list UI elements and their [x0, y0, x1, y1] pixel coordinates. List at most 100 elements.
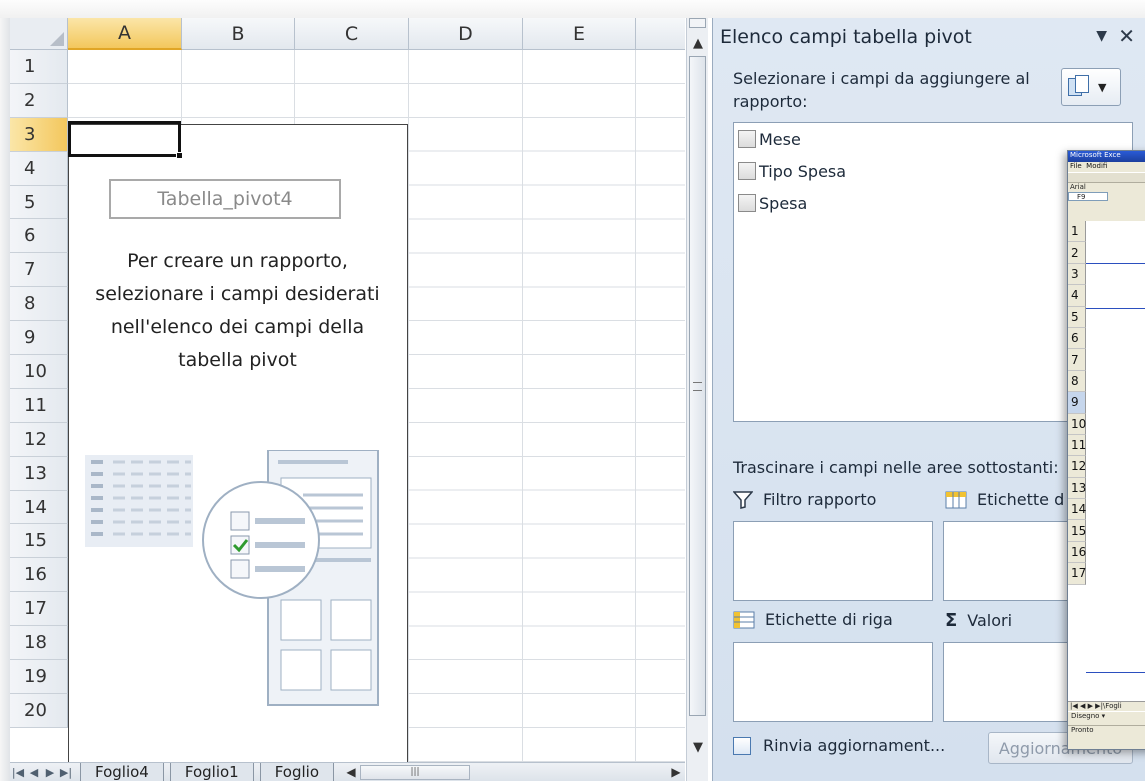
old-row-header-4[interactable]: 4	[1068, 285, 1086, 307]
row-labels-drop-area[interactable]	[733, 642, 933, 722]
column-labels-label: Etichette d	[945, 490, 1064, 509]
horizontal-scrollbar[interactable]: ◀ ||| ▶	[342, 764, 685, 780]
active-cell-a3[interactable]	[68, 121, 183, 159]
field-list-instruction: Selezionare i campi da aggiungere al rap…	[733, 69, 1030, 111]
fill-handle[interactable]	[176, 152, 183, 159]
row-header-7[interactable]: 7	[10, 253, 68, 288]
old-row-header-3[interactable]: 3	[1068, 263, 1086, 286]
blue-border-line	[1086, 308, 1145, 309]
row-header-10[interactable]: 10	[10, 355, 68, 389]
menu-edit[interactable]: Modifi	[1086, 162, 1107, 170]
column-header-c[interactable]: C	[295, 18, 409, 50]
old-sheet-tab[interactable]: Fogli	[1105, 702, 1121, 710]
prev-sheet-icon[interactable]: ◀	[26, 766, 42, 779]
old-row-header-10[interactable]: 10	[1068, 413, 1086, 435]
scroll-right-arrow-icon[interactable]: ▶	[667, 765, 685, 779]
old-row-header-17[interactable]: 17	[1068, 563, 1086, 585]
column-headers: A B C D E	[68, 18, 685, 50]
row-header-12[interactable]: 12	[10, 422, 68, 457]
values-text: Valori	[967, 611, 1013, 630]
sheet-tab-bar: |◀ ◀ ▶ ▶| Foglio4 Foglio1 Foglio ◀ ||| ▶	[10, 762, 685, 781]
pivot-placeholder-message: Per creare un rapporto, selezionare i ca…	[95, 250, 380, 371]
report-filter-drop-area[interactable]	[733, 521, 933, 601]
row-header-18[interactable]: 18	[10, 626, 68, 661]
pivot-table-placeholder[interactable]: Tabella_pivot4 Per creare un rapporto, s…	[68, 124, 408, 762]
defer-update-option[interactable]: Rinvia aggiornament...	[733, 736, 945, 755]
row-header-3[interactable]: 3	[10, 117, 68, 152]
row-header-2[interactable]: 2	[10, 83, 68, 118]
row-header-19[interactable]: 19	[10, 660, 68, 694]
field-checkbox-tipo-spesa[interactable]	[738, 162, 756, 180]
defer-update-label: Rinvia aggiornament...	[763, 736, 946, 755]
row-header-4[interactable]: 4	[10, 151, 68, 186]
field-checkbox-spesa[interactable]	[738, 194, 756, 212]
next-sheet-icon[interactable]: ▶	[42, 766, 58, 779]
column-header-a[interactable]: A	[68, 18, 182, 50]
row-header-14[interactable]: 14	[10, 490, 68, 525]
row-labels-label: Etichette di riga	[733, 610, 893, 629]
scroll-left-arrow-icon[interactable]: ◀	[342, 765, 360, 779]
old-row-header-7[interactable]: 7	[1068, 349, 1086, 371]
defer-update-checkbox[interactable]	[733, 736, 751, 755]
column-header-e[interactable]: E	[523, 18, 636, 50]
field-checkbox-mese[interactable]	[738, 130, 756, 148]
row-header-9[interactable]: 9	[10, 321, 68, 356]
row-header-5[interactable]: 5	[10, 185, 68, 220]
old-row-header-6[interactable]: 6	[1068, 327, 1086, 350]
row-header-13[interactable]: 13	[10, 456, 68, 491]
first-sheet-icon[interactable]: |◀	[10, 766, 26, 779]
old-excel-sheet-tabs: |◀ ◀ ▶ ▶|\Fogli	[1068, 701, 1145, 711]
row-header-6[interactable]: 6	[10, 219, 68, 254]
old-row-header-16[interactable]: 16	[1068, 541, 1086, 564]
scrollbar-thumb[interactable]	[689, 56, 706, 716]
vertical-scrollbar[interactable]: ▲ ▼	[686, 18, 708, 781]
field-label: Mese	[759, 129, 801, 149]
blue-border-line	[1086, 672, 1145, 673]
row-header-17[interactable]: 17	[10, 592, 68, 627]
row-header-8[interactable]: 8	[10, 287, 68, 322]
column-header-f[interactable]	[636, 18, 685, 50]
select-all-corner[interactable]	[10, 18, 68, 50]
old-row-header-11[interactable]: 11	[1068, 434, 1086, 457]
menu-file[interactable]: File	[1070, 162, 1082, 170]
row-header-20[interactable]: 20	[10, 693, 68, 728]
old-excel-grid[interactable]: 1234567891011121314151617 - - (	[1068, 221, 1145, 701]
old-excel-draw-toolbar: Disegno ▾	[1068, 711, 1145, 723]
row-labels-text: Etichette di riga	[765, 610, 893, 629]
column-header-d[interactable]: D	[409, 18, 523, 50]
row-header-1[interactable]: 1	[10, 50, 68, 84]
close-icon[interactable]: ✕	[1118, 24, 1135, 48]
old-row-header-13[interactable]: 13	[1068, 477, 1086, 500]
horizontal-scroll-thumb[interactable]: |||	[360, 764, 471, 780]
pane-options-dropdown-icon[interactable]: ▼	[1096, 28, 1107, 44]
old-row-header-2[interactable]: 2	[1068, 242, 1086, 264]
row-header-15[interactable]: 15	[10, 524, 68, 559]
row-header-16[interactable]: 16	[10, 558, 68, 593]
old-excel-name-box[interactable]: F9	[1068, 192, 1108, 201]
old-row-header-1[interactable]: 1	[1068, 221, 1086, 243]
old-row-header-12[interactable]: 12	[1068, 456, 1086, 478]
old-row-header-5[interactable]: 5	[1068, 306, 1086, 328]
old-excel-status-bar: Pronto	[1068, 725, 1145, 737]
scroll-up-arrow-icon[interactable]: ▲	[687, 36, 709, 51]
old-excel-font-box[interactable]: Arial	[1068, 183, 1145, 192]
report-filter-text: Filtro rapporto	[763, 490, 877, 509]
screenshot-top-edge	[0, 0, 1145, 18]
scroll-down-arrow-icon[interactable]: ▼	[687, 740, 709, 755]
sheet-tab-foglio[interactable]: Foglio	[259, 762, 335, 781]
row-header-11[interactable]: 11	[10, 388, 68, 423]
last-sheet-icon[interactable]: ▶|	[58, 766, 74, 779]
split-box[interactable]	[689, 18, 706, 28]
spreadsheet-grid[interactable]: A B C D E 1 2 3 4 5 6 7 8 9 10 11 12 13 14 15 16 17 18 19 2…	[10, 18, 685, 762]
old-row-header-8[interactable]: 8	[1068, 370, 1086, 393]
draw-menu[interactable]: Disegno	[1071, 712, 1099, 720]
column-header-b[interactable]: B	[182, 18, 295, 50]
sheet-tab-foglio4[interactable]: Foglio4	[80, 762, 164, 781]
drag-areas-instruction: Trascinare i campi nelle aree sottostant…	[733, 458, 1059, 477]
old-row-header-15[interactable]: 15	[1068, 520, 1086, 542]
field-list-layout-button[interactable]: ▼	[1061, 68, 1121, 106]
sheet-tab-foglio1[interactable]: Foglio1	[169, 762, 254, 781]
old-row-header-14[interactable]: 14	[1068, 499, 1086, 521]
old-excel-window[interactable]: Microsoft Exce File Modifi Arial F9 1234…	[1067, 150, 1145, 750]
old-row-header-9[interactable]: 9	[1068, 392, 1086, 414]
